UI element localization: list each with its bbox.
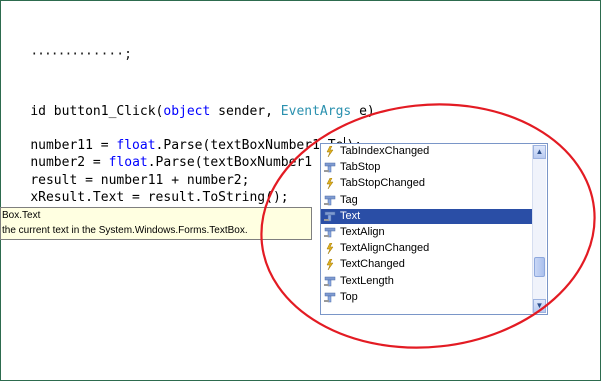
code-text: sender,	[210, 104, 281, 119]
property-icon	[324, 227, 336, 238]
type-name: EventArgs	[280, 104, 352, 119]
intellisense-item-label: TabIndexChanged	[340, 145, 430, 157]
intellisense-item[interactable]: TextLength	[321, 274, 534, 289]
chevron-down-icon: ▼	[535, 301, 544, 310]
intellisense-item[interactable]: TabStopChanged	[321, 176, 534, 191]
code-text: id	[30, 104, 54, 119]
intellisense-item[interactable]: Text	[321, 208, 534, 224]
intellisense-item[interactable]: Tag	[321, 193, 534, 208]
method-name: button1_Click(	[53, 104, 164, 119]
property-icon	[324, 195, 336, 205]
property-icon	[324, 276, 336, 286]
scroll-down-button[interactable]: ▼	[533, 299, 546, 313]
intellisense-list[interactable]: TabIndexChanged TabStop TabStopChanged Tag T…	[320, 143, 548, 315]
quickinfo-tooltip: Box.Text the current text in the System.…	[0, 207, 312, 240]
keyword: object	[163, 104, 211, 119]
code-text: e)	[351, 104, 375, 119]
intellisense-item[interactable]: TextChanged	[321, 257, 534, 272]
tooltip-title: Box.Text	[2, 210, 41, 221]
intellisense-item[interactable]: TextAlign	[321, 225, 534, 240]
intellisense-item-label: TextAlignChanged	[340, 242, 430, 255]
intellisense-item-label: Tag	[340, 193, 358, 206]
property-icon	[324, 162, 336, 173]
intellisense-item-label: TabStopChanged	[340, 177, 426, 190]
property-icon	[324, 211, 336, 222]
intellisense-item[interactable]: TextAlignChanged	[321, 241, 534, 256]
scroll-thumb[interactable]	[534, 257, 545, 277]
intellisense-item[interactable]: TabIndexChanged	[321, 144, 534, 159]
intellisense-item[interactable]: TabStop	[321, 160, 534, 175]
chevron-up-icon: ▲	[535, 147, 544, 156]
property-icon	[324, 292, 336, 303]
event-icon	[326, 146, 334, 157]
event-icon	[326, 178, 334, 190]
intellisense-item-label: TabStop	[340, 161, 381, 174]
intellisense-item[interactable]: Top	[321, 290, 534, 305]
scroll-up-button[interactable]: ▲	[533, 145, 546, 159]
tooltip-description: the current text in the System.Windows.F…	[2, 225, 248, 236]
event-icon	[326, 243, 334, 255]
intellisense-item-label: TextLength	[340, 274, 394, 287]
code-text: xResult.Text = result.ToString();	[30, 190, 289, 205]
event-icon	[326, 259, 334, 271]
intellisense-item-label: TextChanged	[340, 258, 405, 271]
intellisense-item-label: Text	[340, 209, 361, 222]
intellisense-scrollbar[interactable]: ▲ ▼	[532, 145, 546, 313]
intellisense-item-label: TextAlign	[340, 226, 385, 238]
code-line-0: ·············;	[30, 47, 132, 62]
intellisense-item-label: Top	[340, 290, 358, 303]
